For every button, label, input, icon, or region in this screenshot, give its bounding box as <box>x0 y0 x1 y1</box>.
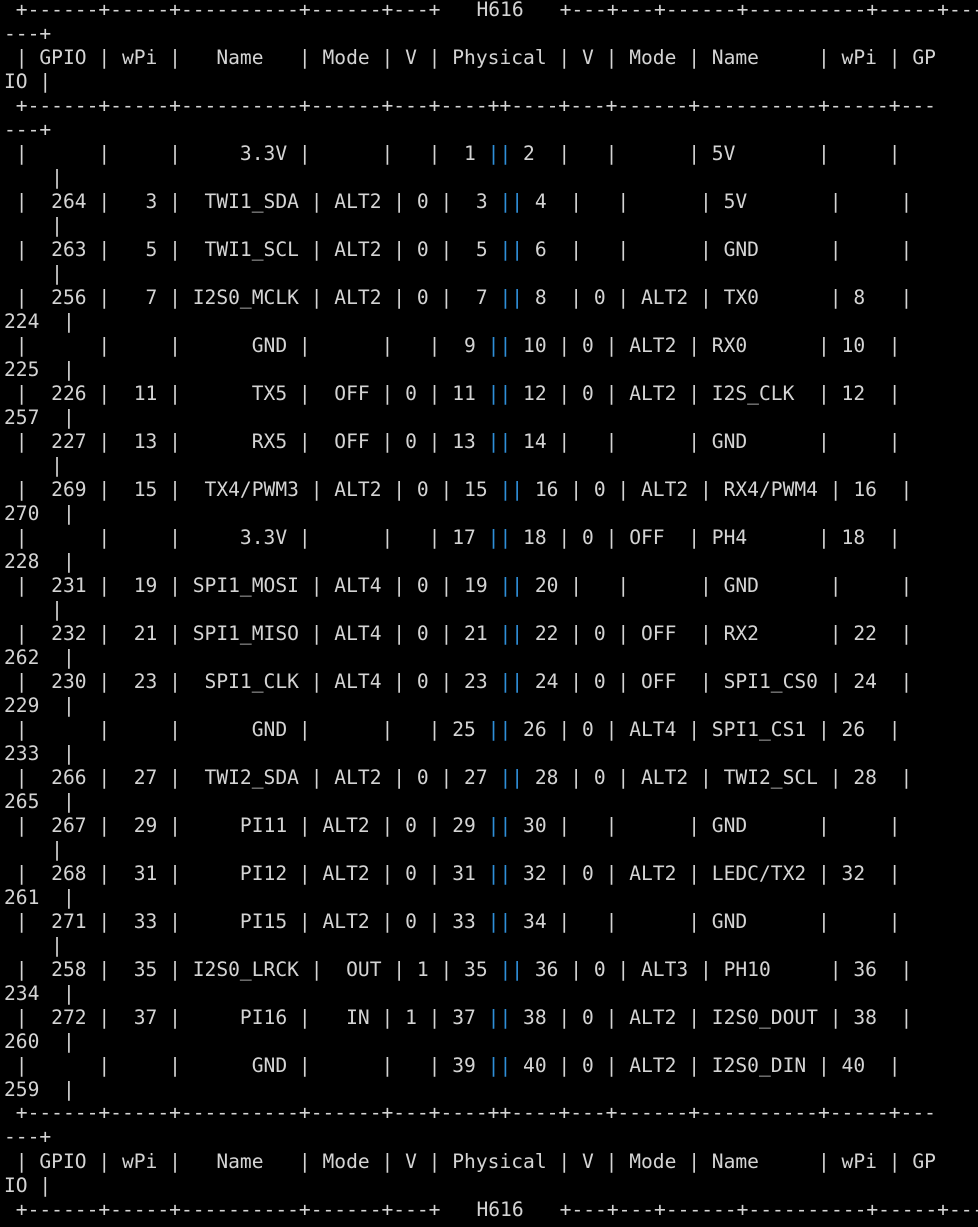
center-pipe: || <box>487 1006 512 1029</box>
row-right: 38 | 0 | ALT2 | I2S0_DOUT | 38 | <box>511 1006 913 1029</box>
row-wrap: 262 | <box>4 646 75 669</box>
row-left: | | | GND | | | 9 <box>4 334 488 357</box>
row-wrap: 265 | <box>4 790 75 813</box>
row-left: | 232 | 21 | SPI1_MISO | ALT4 | 0 | 21 <box>4 622 500 645</box>
row-right: 2 | | | 5V | | <box>511 142 901 165</box>
row-wrap: 259 | <box>4 1078 75 1101</box>
table-separator: +------+-----+----------+------+---+----… <box>4 94 936 117</box>
row-wrap: | <box>4 838 63 861</box>
row-left: | 226 | 11 | TX5 | OFF | 0 | 11 <box>4 382 488 405</box>
row-right: 12 | 0 | ALT2 | I2S_CLK | 12 | <box>511 382 901 405</box>
row-right: 24 | 0 | OFF | SPI1_CS0 | 24 | <box>523 670 913 693</box>
center-pipe: || <box>499 574 524 597</box>
row-wrap: | <box>4 598 63 621</box>
border-top-right: +---+---+------+----------+-----+--- <box>559 0 978 21</box>
center-pipe: || <box>499 286 524 309</box>
center-pipe: || <box>499 622 524 645</box>
row-left: | | | 3.3V | | | 17 <box>4 526 488 549</box>
row-wrap: 261 | <box>4 886 75 909</box>
center-pipe: || <box>499 670 524 693</box>
table-separator-wrap: ---+ <box>4 118 52 141</box>
center-pipe: || <box>487 334 512 357</box>
row-right: 22 | 0 | OFF | RX2 | 22 | <box>523 622 913 645</box>
row-left: | 230 | 23 | SPI1_CLK | ALT4 | 0 | 23 <box>4 670 500 693</box>
row-right: 6 | | | GND | | <box>523 238 913 261</box>
table-header-wrap: IO | <box>4 70 52 93</box>
row-right: 4 | | | 5V | | <box>523 190 913 213</box>
table-separator-bottom: +------+-----+----------+------+---+----… <box>4 1101 936 1124</box>
center-pipe: || <box>499 238 524 261</box>
row-left: | 227 | 13 | RX5 | OFF | 0 | 13 <box>4 430 488 453</box>
row-left: | 264 | 3 | TWI1_SDA | ALT2 | 0 | 3 <box>4 190 500 213</box>
row-wrap: 234 | <box>4 982 75 1005</box>
row-wrap: 233 | <box>4 742 75 765</box>
border-bottom-right: +---+---+------+----------+-----+--- <box>559 1198 978 1221</box>
row-wrap: 224 | <box>4 310 75 333</box>
center-pipe: || <box>487 862 512 885</box>
center-pipe: || <box>487 382 512 405</box>
row-left: | | | 3.3V | | | 1 <box>4 142 488 165</box>
row-right: 36 | 0 | ALT3 | PH10 | 36 | <box>523 958 913 981</box>
center-pipe: || <box>499 190 524 213</box>
row-wrap: 270 | <box>4 502 75 525</box>
center-pipe: || <box>487 1054 512 1077</box>
center-pipe: || <box>487 430 512 453</box>
row-left: | 263 | 5 | TWI1_SCL | ALT2 | 0 | 5 <box>4 238 500 261</box>
row-wrap: | <box>4 214 63 237</box>
table-border-top-wrap: ---+ <box>4 22 52 45</box>
center-pipe: || <box>499 478 524 501</box>
row-wrap: | <box>4 262 63 285</box>
row-right: 20 | | | GND | | <box>523 574 913 597</box>
row-left: | 271 | 33 | PI15 | ALT2 | 0 | 33 <box>4 910 488 933</box>
row-right: 16 | 0 | ALT2 | RX4/PWM4 | 16 | <box>523 478 913 501</box>
row-right: 32 | 0 | ALT2 | LEDC/TX2 | 32 | <box>511 862 901 885</box>
border-top-left: +------+-----+----------+------+---+ <box>4 0 441 21</box>
row-right: 8 | 0 | ALT2 | TX0 | 8 | <box>523 286 913 309</box>
row-wrap: | <box>4 454 63 477</box>
table-separator-bottom-wrap: ---+ <box>4 1125 52 1148</box>
row-left: | 267 | 29 | PI11 | ALT2 | 0 | 29 <box>4 814 488 837</box>
row-right: 18 | 0 | OFF | PH4 | 18 | <box>511 526 901 549</box>
row-left: | | | GND | | | 25 <box>4 718 488 741</box>
center-pipe: || <box>487 814 512 837</box>
center-pipe: || <box>487 526 512 549</box>
row-wrap: 257 | <box>4 406 75 429</box>
row-left: | 272 | 37 | PI16 | IN | 1 | 37 <box>4 1006 488 1029</box>
row-left: | 266 | 27 | TWI2_SDA | ALT2 | 0 | 27 <box>4 766 500 789</box>
row-left: | 269 | 15 | TX4/PWM3 | ALT2 | 0 | 15 <box>4 478 500 501</box>
center-pipe: || <box>487 142 512 165</box>
row-right: 26 | 0 | ALT4 | SPI1_CS1 | 26 | <box>511 718 901 741</box>
row-left: | 268 | 31 | PI12 | ALT2 | 0 | 31 <box>4 862 488 885</box>
terminal-window[interactable]: +------+-----+----------+------+---+ H616… <box>0 0 978 1227</box>
table-header: | GPIO | wPi | Name | Mode | V | Physica… <box>4 46 936 69</box>
board-name-top: H616 <box>476 0 524 21</box>
row-left: | 258 | 35 | I2S0_LRCK | OUT | 1 | 35 <box>4 958 500 981</box>
row-right: 40 | 0 | ALT2 | I2S0_DIN | 40 | <box>511 1054 901 1077</box>
row-right: 28 | 0 | ALT2 | TWI2_SCL | 28 | <box>523 766 913 789</box>
center-pipe: || <box>499 958 524 981</box>
row-wrap: 260 | <box>4 1030 75 1053</box>
row-left: | | | GND | | | 39 <box>4 1054 488 1077</box>
row-wrap: | <box>4 934 63 957</box>
row-wrap: 229 | <box>4 694 75 717</box>
row-left: | 231 | 19 | SPI1_MOSI | ALT4 | 0 | 19 <box>4 574 500 597</box>
row-wrap: 228 | <box>4 550 75 573</box>
table-footer-header: | GPIO | wPi | Name | Mode | V | Physica… <box>4 1150 936 1173</box>
center-pipe: || <box>487 718 512 741</box>
table-border-bottom: +------+-----+----------+------+---+ H616… <box>4 1198 978 1222</box>
center-pipe: || <box>499 766 524 789</box>
row-left: | 256 | 7 | I2S0_MCLK | ALT2 | 0 | 7 <box>4 286 500 309</box>
row-right: 30 | | | GND | | <box>511 814 901 837</box>
border-bottom-left: +------+-----+----------+------+---+ <box>4 1198 441 1221</box>
table-footer-header-wrap: IO | <box>4 1174 52 1197</box>
table-border-top: +------+-----+----------+------+---+ H616… <box>4 0 978 22</box>
row-right: 34 | | | GND | | <box>511 910 901 933</box>
row-right: 14 | | | GND | | <box>511 430 901 453</box>
center-pipe: || <box>487 910 512 933</box>
row-right: 10 | 0 | ALT2 | RX0 | 10 | <box>511 334 901 357</box>
board-name-bottom: H616 <box>476 1198 524 1221</box>
row-wrap: 225 | <box>4 358 75 381</box>
row-wrap: | <box>4 166 63 189</box>
